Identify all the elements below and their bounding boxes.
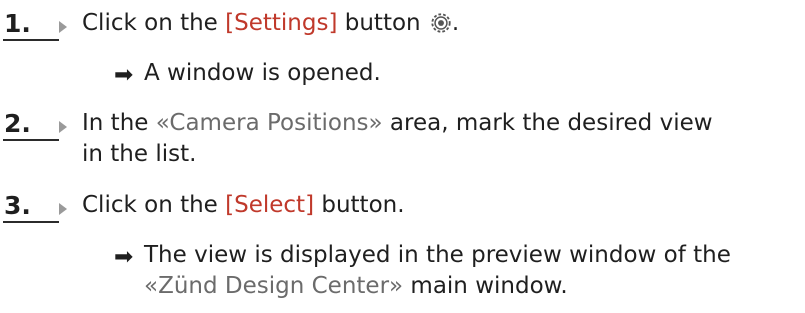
step-pointer-icon — [59, 121, 67, 133]
step-underline — [3, 221, 59, 223]
step-number: 1. — [4, 9, 31, 38]
design-center-ref: «Zünd Design Center» — [144, 273, 404, 299]
select-button-ref: [Select] — [225, 192, 315, 218]
step-number: 3. — [4, 191, 31, 220]
camera-positions-ref: «Camera Positions» — [155, 110, 383, 136]
step-text: Click on the [Settings] button . — [82, 10, 460, 36]
settings-button-ref: [Settings] — [225, 10, 338, 36]
step-pointer-icon — [59, 21, 67, 33]
step-number: 2. — [4, 109, 31, 138]
result-arrow-icon: ➡ — [114, 244, 134, 270]
step-pointer-icon — [59, 203, 67, 215]
result-text: A window is opened. — [144, 60, 381, 86]
result-arrow-icon: ➡ — [114, 62, 134, 88]
step-underline — [3, 139, 59, 141]
step-underline — [3, 39, 59, 41]
step-text: Click on the [Select] button. — [82, 192, 405, 218]
result-text: The view is displayed in the preview win… — [144, 242, 731, 299]
step-text: In the «Camera Positions» area, mark the… — [82, 110, 713, 167]
settings-gear-icon — [431, 13, 451, 33]
